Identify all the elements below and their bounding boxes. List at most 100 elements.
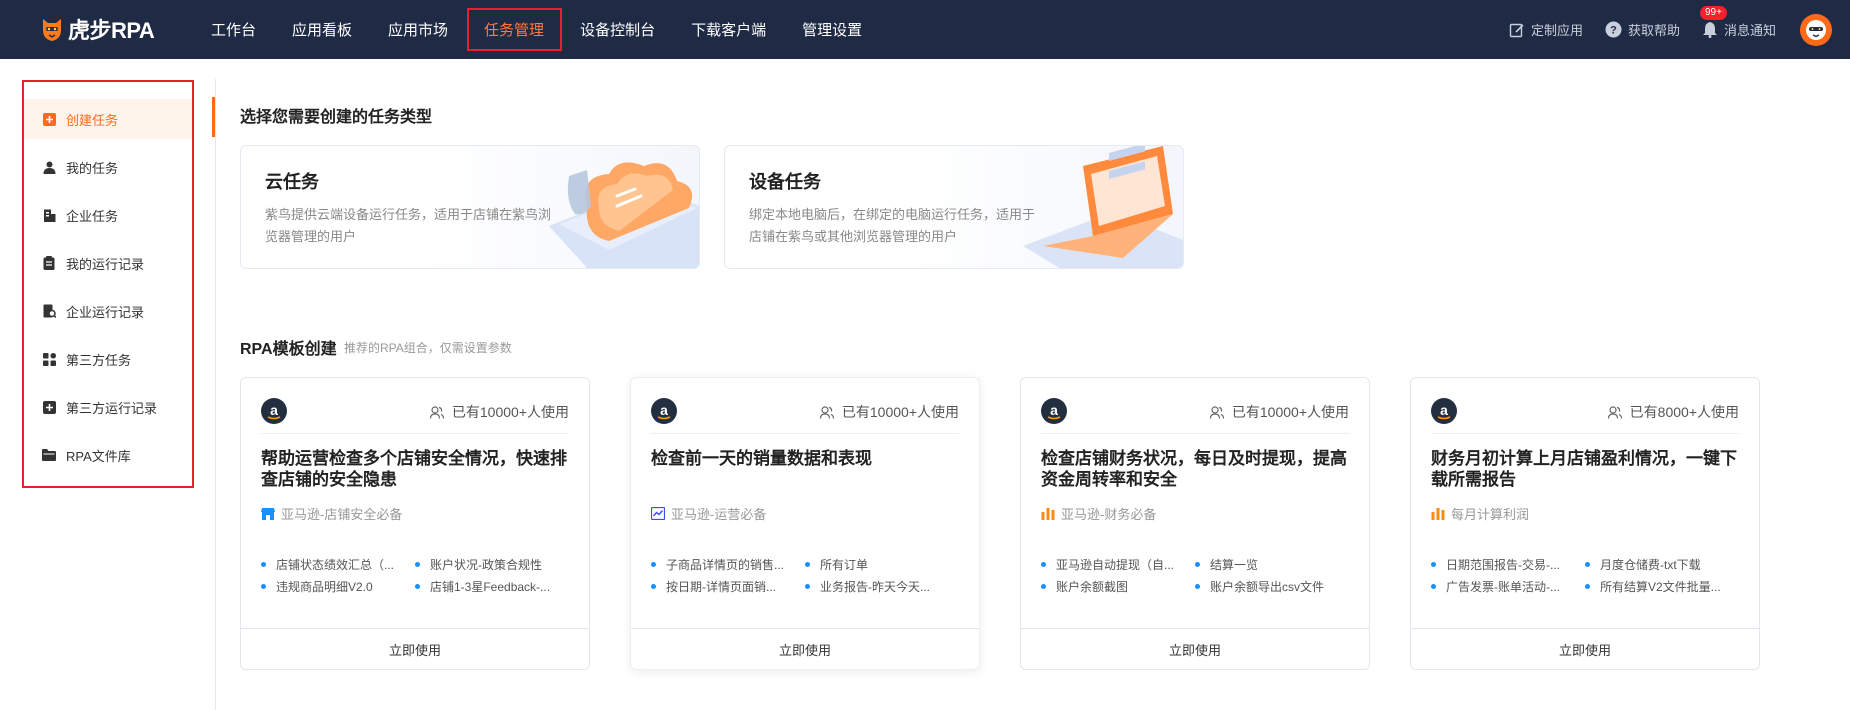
- cloud-task-title: 云任务: [265, 172, 319, 192]
- cloud-task-card[interactable]: 云任务 紫鸟提供云端设备运行任务，适用于店铺在紫鸟浏览器管理的用户: [240, 145, 700, 269]
- custom-app-link[interactable]: 定制应用: [1509, 20, 1583, 39]
- sidebar-item-enterprise-tasks[interactable]: 企业任务: [24, 195, 192, 235]
- template-tag-label: 亚马逊-财务必备: [1061, 507, 1157, 522]
- bell-icon: [1702, 22, 1717, 38]
- chart-icon: [651, 507, 665, 520]
- users-icon: [1209, 405, 1224, 419]
- sidebar-item-create-task[interactable]: 创建任务: [24, 99, 192, 139]
- amazon-logo-icon: a: [651, 398, 677, 424]
- sidebar-item-label: 企业运行记录: [66, 304, 145, 320]
- template-tag: 每月计算利润: [1431, 504, 1529, 523]
- sidebar-item-label: 第三方运行记录: [66, 400, 158, 416]
- file-search-icon: [42, 304, 56, 318]
- amazon-logo-icon: a: [261, 398, 287, 424]
- usage-count-label: 已有10000+人使用: [841, 404, 959, 420]
- usage-count: 已有8000+人使用: [1607, 402, 1739, 422]
- plus-square-icon: [42, 400, 56, 414]
- plus-square-icon: [42, 112, 56, 126]
- template-tag: 亚马逊-运营必备: [651, 504, 766, 523]
- sidebar-item-rpa-library[interactable]: RPA文件库: [24, 435, 192, 475]
- sidebar-item-label: 我的运行记录: [66, 256, 145, 272]
- nav-workbench[interactable]: 工作台: [193, 0, 274, 59]
- shop-icon: [261, 508, 275, 520]
- users-icon: [1607, 405, 1622, 419]
- tiger-logo-icon: [40, 16, 64, 42]
- template-step: 所有订单: [805, 556, 868, 573]
- usage-count: 已有10000+人使用: [429, 402, 569, 422]
- template-step: 所有结算V2文件批量...: [1585, 578, 1721, 595]
- sidebar-item-my-run-records[interactable]: 我的运行记录: [24, 243, 192, 283]
- template-title: 检查店铺财务状况，每日及时提现，提高资金周转率和安全: [1041, 449, 1347, 489]
- svg-text:a: a: [660, 402, 668, 418]
- user-icon: [42, 160, 56, 174]
- usage-count: 已有10000+人使用: [1209, 402, 1349, 422]
- brand-logo[interactable]: 虎步RPA: [40, 13, 155, 45]
- sidebar-item-third-party-tasks[interactable]: 第三方任务: [24, 339, 192, 379]
- usage-count-label: 已有8000+人使用: [1629, 404, 1739, 420]
- use-now-button[interactable]: 立即使用: [631, 628, 979, 669]
- template-title: 帮助运营检查多个店铺安全情况，快速排查店铺的安全隐患: [261, 449, 567, 489]
- template-card[interactable]: a 已有10000+人使用 检查店铺财务状况，每日及时提现，提高资金周转率和安全…: [1020, 377, 1370, 670]
- card-divider: [651, 433, 959, 434]
- template-tag: 亚马逊-财务必备: [1041, 504, 1156, 523]
- select-task-type-title: 选择您需要创建的任务类型: [240, 109, 433, 126]
- nav-device-console[interactable]: 设备控制台: [562, 0, 673, 59]
- template-title: 财务月初计算上月店铺盈利情况，一键下载所需报告: [1431, 449, 1737, 489]
- header-actions: 定制应用 ? 获取帮助 99+ 消息通知: [1487, 0, 1850, 59]
- amazon-logo-icon: a: [1431, 398, 1457, 424]
- nav-admin-settings[interactable]: 管理设置: [784, 0, 880, 59]
- folder-icon: [42, 448, 56, 462]
- sidebar-item-third-party-run-records[interactable]: 第三方运行记录: [24, 387, 192, 427]
- use-now-button[interactable]: 立即使用: [241, 628, 589, 669]
- sidebar-item-label: RPA文件库: [66, 448, 131, 464]
- template-tag: 亚马逊-店铺安全必备: [261, 504, 402, 523]
- grid-icon: [42, 352, 56, 366]
- main-nav: 工作台 应用看板 应用市场 任务管理 设备控制台 下载客户端 管理设置: [193, 0, 880, 59]
- sidebar-item-label: 第三方任务: [66, 352, 132, 368]
- user-avatar[interactable]: [1800, 13, 1832, 46]
- template-step: 日期范围报告-交易-...: [1431, 556, 1560, 573]
- cloud-task-desc: 紫鸟提供云端设备运行任务，适用于店铺在紫鸟浏览器管理的用户: [265, 207, 552, 244]
- edit-icon: [1509, 23, 1524, 37]
- template-tag-label: 每月计算利润: [1451, 507, 1530, 522]
- sidebar: 创建任务 我的任务 企业任务 我的运行记录 企业运行记录 第三方任务 第三方运行…: [22, 80, 194, 488]
- template-step: 店铺1-3星Feedback-...: [415, 578, 550, 595]
- template-step: 账户余额截图: [1041, 578, 1128, 595]
- help-link[interactable]: ? 获取帮助: [1605, 20, 1680, 39]
- template-tag-label: 亚马逊-店铺安全必备: [281, 507, 403, 522]
- nav-download-client[interactable]: 下载客户端: [673, 0, 784, 59]
- template-step: 亚马逊自动提现（自...: [1041, 556, 1174, 573]
- card-divider: [1431, 433, 1739, 434]
- template-step: 店铺状态绩效汇总（...: [261, 556, 394, 573]
- usage-count: 已有10000+人使用: [819, 402, 959, 422]
- sidebar-item-label: 创建任务: [66, 112, 119, 128]
- sidebar-item-label: 我的任务: [66, 160, 119, 176]
- users-icon: [819, 405, 834, 419]
- use-now-button[interactable]: 立即使用: [1021, 628, 1369, 669]
- notifications-link[interactable]: 99+ 消息通知: [1699, 6, 1776, 39]
- sidebar-item-enterprise-run-records[interactable]: 企业运行记录: [24, 291, 192, 331]
- template-tag-label: 亚马逊-运营必备: [671, 507, 767, 522]
- use-now-button[interactable]: 立即使用: [1411, 628, 1759, 669]
- brand-name: 虎步RPA: [68, 18, 155, 43]
- sidebar-item-my-tasks[interactable]: 我的任务: [24, 147, 192, 187]
- template-step: 结算一览: [1195, 556, 1258, 573]
- svg-text:a: a: [270, 402, 278, 418]
- template-card[interactable]: a 已有8000+人使用 财务月初计算上月店铺盈利情况，一键下载所需报告 每月计…: [1410, 377, 1760, 670]
- usage-count-label: 已有10000+人使用: [451, 404, 569, 420]
- nav-app-market[interactable]: 应用市场: [370, 0, 466, 59]
- card-divider: [261, 433, 569, 434]
- template-step: 广告发票-账单活动-...: [1431, 578, 1560, 595]
- template-step: 子商品详情页的销售...: [651, 556, 784, 573]
- amazon-logo-icon: a: [1041, 398, 1067, 424]
- template-step: 业务报告-昨天今天...: [805, 578, 930, 595]
- nav-task-management[interactable]: 任务管理: [466, 0, 562, 59]
- template-card[interactable]: a 已有10000+人使用 检查前一天的销量数据和表现 亚马逊-运营必备 子商品…: [630, 377, 980, 670]
- template-step: 违规商品明细V2.0: [261, 578, 373, 595]
- usage-count-label: 已有10000+人使用: [1231, 404, 1349, 420]
- clipboard-icon: [42, 256, 56, 270]
- template-card[interactable]: a 已有10000+人使用 帮助运营检查多个店铺安全情况，快速排查店铺的安全隐患…: [240, 377, 590, 670]
- help-label: 获取帮助: [1627, 23, 1680, 38]
- nav-app-dashboard[interactable]: 应用看板: [274, 0, 370, 59]
- device-task-card[interactable]: 设备任务 绑定本地电脑后，在绑定的电脑运行任务，适用于店铺在紫鸟或其他浏览器管理…: [724, 145, 1184, 269]
